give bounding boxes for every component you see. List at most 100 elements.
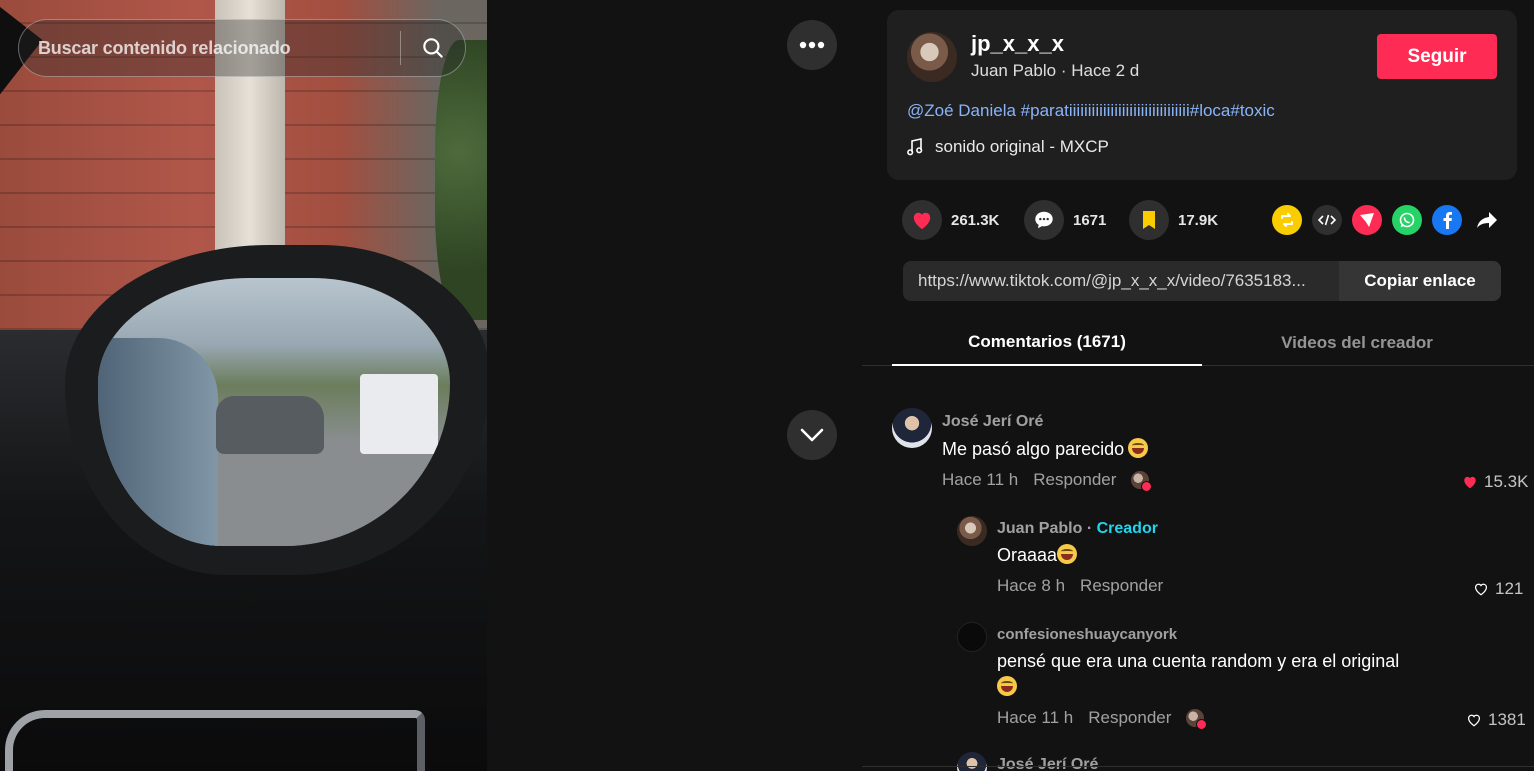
tab-creator-videos[interactable]: Videos del creador	[1202, 320, 1512, 366]
reply-button[interactable]: Responder	[1088, 708, 1171, 728]
facebook-button[interactable]	[1432, 205, 1462, 235]
whatsapp-icon	[1399, 212, 1415, 228]
comment-count: 1671	[1073, 211, 1107, 229]
comment-time: Hace 11 h	[942, 470, 1019, 489]
reply-time: Hace 11 h	[997, 708, 1074, 727]
author-subline: Juan Pablo · Hace 2 d	[971, 61, 1139, 81]
creator-liked-avatar	[1186, 709, 1208, 730]
video-mirror-glass	[98, 278, 450, 546]
embed-icon	[1318, 214, 1336, 226]
share-arrow-icon	[1477, 212, 1497, 228]
author-avatar[interactable]	[907, 32, 957, 82]
subline-separator: ·	[1060, 61, 1067, 80]
author-display-name: Juan Pablo	[971, 61, 1057, 80]
music-link[interactable]: sonido original - MXCP	[907, 137, 1109, 157]
comment-meta: Hace 11 h Responder	[942, 470, 1153, 492]
laughing-emoji-icon	[997, 676, 1017, 696]
mirror-truck	[360, 374, 438, 454]
post-time: Hace 2 d	[1071, 61, 1140, 80]
comment-like-count: 15.3K	[1484, 472, 1529, 491]
more-dots-icon	[799, 41, 825, 49]
reply-avatar[interactable]	[957, 622, 987, 652]
author-username[interactable]: jp_x_x_x	[971, 31, 1064, 57]
more-options-button[interactable]	[787, 20, 837, 70]
comment-icon	[1035, 211, 1053, 229]
reply-like[interactable]: 121	[1473, 579, 1523, 599]
panel-tabs: Comentarios (1671) Videos del creador	[862, 320, 1534, 366]
send-button[interactable]	[1352, 205, 1382, 235]
comment-author[interactable]: José Jerí Oré	[942, 413, 1043, 431]
search-button[interactable]	[401, 20, 465, 76]
reply-avatar[interactable]	[957, 752, 987, 771]
reply-author[interactable]: José Jerí Oré	[997, 756, 1098, 771]
reply-author-name: Juan Pablo	[997, 520, 1083, 537]
whatsapp-button[interactable]	[1392, 205, 1422, 235]
reply-text: pensé que era una cuenta random y era el…	[997, 648, 1447, 700]
more-share-button[interactable]	[1472, 205, 1502, 235]
chevron-down-icon	[800, 428, 824, 442]
repost-button[interactable]	[1272, 205, 1302, 235]
creator-liked-avatar	[1131, 471, 1153, 492]
facebook-icon	[1443, 212, 1452, 229]
like-count: 261.3K	[951, 211, 1000, 229]
share-link-text[interactable]: https://www.tiktok.com/@jp_x_x_x/video/7…	[903, 261, 1339, 301]
heart-outline-icon	[1467, 714, 1481, 727]
reply-like[interactable]: 1381	[1466, 710, 1526, 730]
laughing-emoji-icon	[1057, 544, 1078, 564]
next-video-button[interactable]	[787, 410, 837, 460]
side-panel: jp_x_x_x Juan Pablo · Hace 2 d Seguir @Z…	[862, 0, 1534, 771]
embed-button[interactable]	[1312, 205, 1342, 235]
music-note-icon	[907, 138, 923, 156]
reply-button[interactable]: Responder	[1080, 576, 1163, 596]
reply-meta: Hace 11 h Responder	[997, 708, 1208, 730]
comment-like[interactable]: 15.3K	[1462, 472, 1528, 492]
reply-meta: Hace 8 h Responder	[997, 576, 1163, 596]
reply-text-body: Oraaaa	[997, 545, 1058, 565]
reply-author[interactable]: confesioneshuaycanyork	[997, 626, 1177, 643]
tab-comments[interactable]: Comentarios (1671)	[892, 320, 1202, 366]
reply-author[interactable]: Juan Pablo · Creador	[997, 520, 1158, 538]
share-link-box: https://www.tiktok.com/@jp_x_x_x/video/7…	[903, 261, 1501, 301]
music-title: sonido original - MXCP	[935, 137, 1109, 156]
video-door-handle	[5, 710, 425, 771]
reply-avatar[interactable]	[957, 516, 987, 546]
repost-icon	[1281, 213, 1293, 227]
video-tree	[435, 40, 487, 320]
save-count: 17.9K	[1178, 211, 1219, 229]
caption-mention[interactable]: @Zoé Daniela	[907, 101, 1016, 120]
follow-button[interactable]: Seguir	[1377, 34, 1497, 79]
mirror-car	[216, 396, 324, 454]
badge-separator: ·	[1086, 520, 1093, 537]
like-button[interactable]	[902, 200, 942, 240]
search-bar[interactable]: Buscar contenido relacionado	[18, 19, 466, 77]
heart-filled-icon	[1464, 476, 1476, 489]
comment-action[interactable]: 1671	[1024, 200, 1106, 240]
search-icon	[423, 38, 443, 58]
caption-hashtag[interactable]: #toxic	[1230, 101, 1274, 120]
creator-badge: Creador	[1096, 520, 1158, 537]
post-info-card: jp_x_x_x Juan Pablo · Hace 2 d Seguir @Z…	[887, 10, 1517, 180]
save-action[interactable]: 17.9K	[1129, 200, 1218, 240]
panel-bottom-divider	[862, 766, 1534, 767]
comment-button[interactable]	[1024, 200, 1064, 240]
comment-avatar[interactable]	[892, 408, 932, 448]
video-player[interactable]: Buscar contenido relacionado	[0, 0, 487, 771]
post-caption: @Zoé Daniela #paratiiiiiiiiiiiiiiiiiiiii…	[907, 101, 1275, 121]
like-action[interactable]: 261.3K	[902, 200, 999, 240]
reply-button[interactable]: Responder	[1033, 470, 1116, 490]
comment-text: Me pasó algo parecido	[942, 436, 1149, 462]
action-bar: 261.3K 1671 17.9K	[902, 200, 1522, 240]
send-icon	[1360, 213, 1374, 227]
save-button[interactable]	[1129, 200, 1169, 240]
reply-like-count: 1381	[1488, 710, 1526, 729]
comment-text-body: Me pasó algo parecido	[942, 439, 1125, 459]
reply-time: Hace 8 h	[997, 576, 1066, 595]
copy-link-button[interactable]: Copiar enlace	[1339, 261, 1501, 301]
caption-hashtag[interactable]: #loca	[1190, 101, 1231, 120]
mirror-side-reflection	[98, 338, 218, 546]
caption-hashtag[interactable]: #paratiiiiiiiiiiiiiiiiiiiiiiiiiiiiiiii	[1021, 101, 1190, 120]
reply-text: Oraaaa	[997, 542, 1078, 568]
search-input[interactable]: Buscar contenido relacionado	[19, 20, 400, 76]
bookmark-icon	[1143, 211, 1155, 229]
reply-like-count: 121	[1495, 579, 1524, 598]
